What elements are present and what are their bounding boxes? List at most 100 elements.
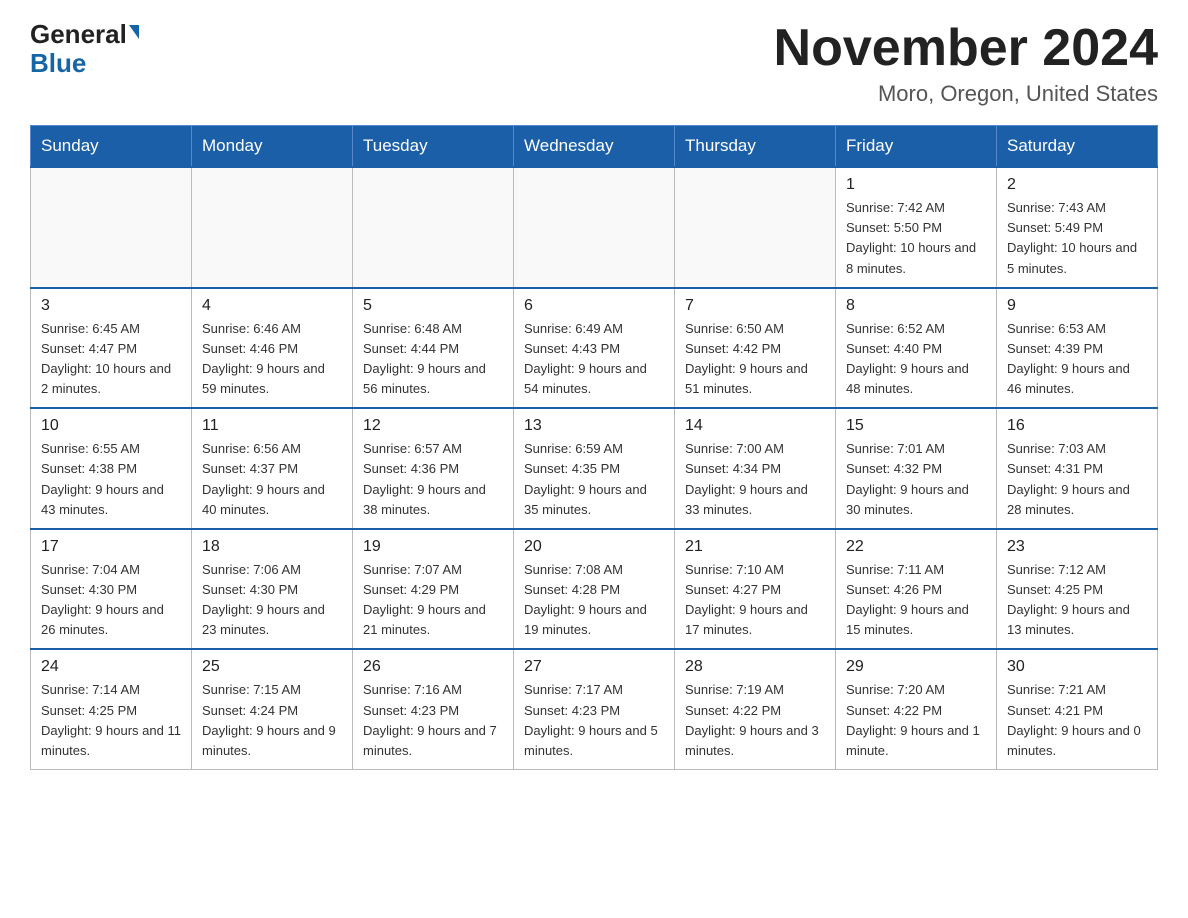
logo: General Blue [30, 20, 139, 77]
day-number: 3 [41, 297, 181, 315]
calendar-location: Moro, Oregon, United States [774, 81, 1158, 107]
weekday-header-wednesday: Wednesday [514, 126, 675, 168]
day-info: Sunrise: 7:14 AMSunset: 4:25 PMDaylight:… [41, 680, 181, 761]
day-cell: 10 Sunrise: 6:55 AMSunset: 4:38 PMDayligh… [31, 408, 192, 529]
day-number: 5 [363, 297, 503, 315]
day-cell: 6 Sunrise: 6:49 AMSunset: 4:43 PMDaylight… [514, 288, 675, 409]
day-number: 19 [363, 538, 503, 556]
day-number: 27 [524, 658, 664, 676]
day-cell: 26Sunrise: 7:16 AMSunset: 4:23 PMDayligh… [353, 649, 514, 769]
day-info: Sunrise: 7:04 AMSunset: 4:30 PMDaylight:… [41, 560, 181, 641]
day-info: Sunrise: 7:07 AMSunset: 4:29 PMDaylight:… [363, 560, 503, 641]
day-cell: 7 Sunrise: 6:50 AMSunset: 4:42 PMDaylight… [675, 288, 836, 409]
logo-general-text: General [30, 20, 127, 49]
calendar-table: SundayMondayTuesdayWednesdayThursdayFrid… [30, 125, 1158, 770]
day-cell: 30Sunrise: 7:21 AMSunset: 4:21 PMDayligh… [997, 649, 1158, 769]
day-cell [192, 167, 353, 288]
day-cell: 18 Sunrise: 7:06 AMSunset: 4:30 PMDayligh… [192, 529, 353, 650]
day-cell: 3 Sunrise: 6:45 AMSunset: 4:47 PMDaylight… [31, 288, 192, 409]
day-cell: 4 Sunrise: 6:46 AMSunset: 4:46 PMDaylight… [192, 288, 353, 409]
day-cell: 14 Sunrise: 7:00 AMSunset: 4:34 PMDayligh… [675, 408, 836, 529]
day-number: 4 [202, 297, 342, 315]
day-cell: 8Sunrise: 6:52 AMSunset: 4:40 PMDaylight… [836, 288, 997, 409]
day-info: Sunrise: 7:00 AMSunset: 4:34 PMDaylight:… [685, 439, 825, 520]
day-cell: 11 Sunrise: 6:56 AMSunset: 4:37 PMDayligh… [192, 408, 353, 529]
day-cell: 16 Sunrise: 7:03 AMSunset: 4:31 PMDayligh… [997, 408, 1158, 529]
day-cell: 28 Sunrise: 7:19 AMSunset: 4:22 PMDayligh… [675, 649, 836, 769]
day-number: 17 [41, 538, 181, 556]
logo-arrow-icon [129, 25, 139, 39]
day-cell: 25 Sunrise: 7:15 AMSunset: 4:24 PMDayligh… [192, 649, 353, 769]
day-cell: 21 Sunrise: 7:10 AMSunset: 4:27 PMDayligh… [675, 529, 836, 650]
day-cell: 22 Sunrise: 7:11 AMSunset: 4:26 PMDayligh… [836, 529, 997, 650]
day-info: Sunrise: 7:16 AMSunset: 4:23 PMDaylight:… [363, 680, 503, 761]
day-info: Sunrise: 6:49 AMSunset: 4:43 PMDaylight:… [524, 319, 664, 400]
title-area: November 2024 Moro, Oregon, United State… [774, 20, 1158, 107]
day-number: 28 [685, 658, 825, 676]
day-number: 21 [685, 538, 825, 556]
weekday-header-row: SundayMondayTuesdayWednesdayThursdayFrid… [31, 126, 1158, 168]
day-info: Sunrise: 6:45 AMSunset: 4:47 PMDaylight:… [41, 319, 181, 400]
day-number: 11 [202, 417, 342, 435]
week-row-3: 10 Sunrise: 6:55 AMSunset: 4:38 PMDayligh… [31, 408, 1158, 529]
day-number: 12 [363, 417, 503, 435]
day-info: Sunrise: 7:12 AMSunset: 4:25 PMDaylight:… [1007, 560, 1147, 641]
weekday-header-saturday: Saturday [997, 126, 1158, 168]
day-info: Sunrise: 7:11 AMSunset: 4:26 PMDaylight:… [846, 560, 986, 641]
day-number: 1 [846, 176, 986, 194]
day-info: Sunrise: 6:59 AMSunset: 4:35 PMDaylight:… [524, 439, 664, 520]
logo-blue-text: Blue [30, 49, 86, 78]
day-info: Sunrise: 6:46 AMSunset: 4:46 PMDaylight:… [202, 319, 342, 400]
day-number: 25 [202, 658, 342, 676]
day-cell: 15Sunrise: 7:01 AMSunset: 4:32 PMDayligh… [836, 408, 997, 529]
day-cell: 19 Sunrise: 7:07 AMSunset: 4:29 PMDayligh… [353, 529, 514, 650]
day-cell: 13 Sunrise: 6:59 AMSunset: 4:35 PMDayligh… [514, 408, 675, 529]
day-cell: 24 Sunrise: 7:14 AMSunset: 4:25 PMDayligh… [31, 649, 192, 769]
day-info: Sunrise: 7:06 AMSunset: 4:30 PMDaylight:… [202, 560, 342, 641]
day-info: Sunrise: 6:56 AMSunset: 4:37 PMDaylight:… [202, 439, 342, 520]
day-cell: 17 Sunrise: 7:04 AMSunset: 4:30 PMDayligh… [31, 529, 192, 650]
day-info: Sunrise: 6:55 AMSunset: 4:38 PMDaylight:… [41, 439, 181, 520]
day-cell: 27 Sunrise: 7:17 AMSunset: 4:23 PMDayligh… [514, 649, 675, 769]
day-number: 7 [685, 297, 825, 315]
day-cell [514, 167, 675, 288]
day-number: 10 [41, 417, 181, 435]
day-number: 23 [1007, 538, 1147, 556]
day-number: 16 [1007, 417, 1147, 435]
day-cell: 1Sunrise: 7:42 AMSunset: 5:50 PMDaylight… [836, 167, 997, 288]
day-number: 6 [524, 297, 664, 315]
day-number: 15 [846, 417, 986, 435]
week-row-5: 24 Sunrise: 7:14 AMSunset: 4:25 PMDayligh… [31, 649, 1158, 769]
day-info: Sunrise: 7:10 AMSunset: 4:27 PMDaylight:… [685, 560, 825, 641]
day-cell: 9Sunrise: 6:53 AMSunset: 4:39 PMDaylight… [997, 288, 1158, 409]
day-number: 22 [846, 538, 986, 556]
day-info: Sunrise: 7:17 AMSunset: 4:23 PMDaylight:… [524, 680, 664, 761]
day-info: Sunrise: 6:50 AMSunset: 4:42 PMDaylight:… [685, 319, 825, 400]
day-info: Sunrise: 7:19 AMSunset: 4:22 PMDaylight:… [685, 680, 825, 761]
day-number: 13 [524, 417, 664, 435]
day-info: Sunrise: 7:08 AMSunset: 4:28 PMDaylight:… [524, 560, 664, 641]
day-cell: 5 Sunrise: 6:48 AMSunset: 4:44 PMDaylight… [353, 288, 514, 409]
day-cell: 12 Sunrise: 6:57 AMSunset: 4:36 PMDayligh… [353, 408, 514, 529]
day-number: 29 [846, 658, 986, 676]
day-number: 2 [1007, 176, 1147, 194]
weekday-header-sunday: Sunday [31, 126, 192, 168]
day-number: 30 [1007, 658, 1147, 676]
day-info: Sunrise: 6:48 AMSunset: 4:44 PMDaylight:… [363, 319, 503, 400]
day-info: Sunrise: 6:53 AMSunset: 4:39 PMDaylight:… [1007, 319, 1147, 400]
weekday-header-monday: Monday [192, 126, 353, 168]
day-number: 20 [524, 538, 664, 556]
day-number: 18 [202, 538, 342, 556]
day-info: Sunrise: 6:57 AMSunset: 4:36 PMDaylight:… [363, 439, 503, 520]
day-number: 24 [41, 658, 181, 676]
day-cell: 23 Sunrise: 7:12 AMSunset: 4:25 PMDayligh… [997, 529, 1158, 650]
week-row-1: 1Sunrise: 7:42 AMSunset: 5:50 PMDaylight… [31, 167, 1158, 288]
day-number: 8 [846, 297, 986, 315]
header: General Blue November 2024 Moro, Oregon,… [30, 20, 1158, 107]
calendar-title: November 2024 [774, 20, 1158, 77]
day-info: Sunrise: 7:03 AMSunset: 4:31 PMDaylight:… [1007, 439, 1147, 520]
day-cell: 20 Sunrise: 7:08 AMSunset: 4:28 PMDayligh… [514, 529, 675, 650]
day-number: 14 [685, 417, 825, 435]
weekday-header-friday: Friday [836, 126, 997, 168]
day-info: Sunrise: 7:15 AMSunset: 4:24 PMDaylight:… [202, 680, 342, 761]
